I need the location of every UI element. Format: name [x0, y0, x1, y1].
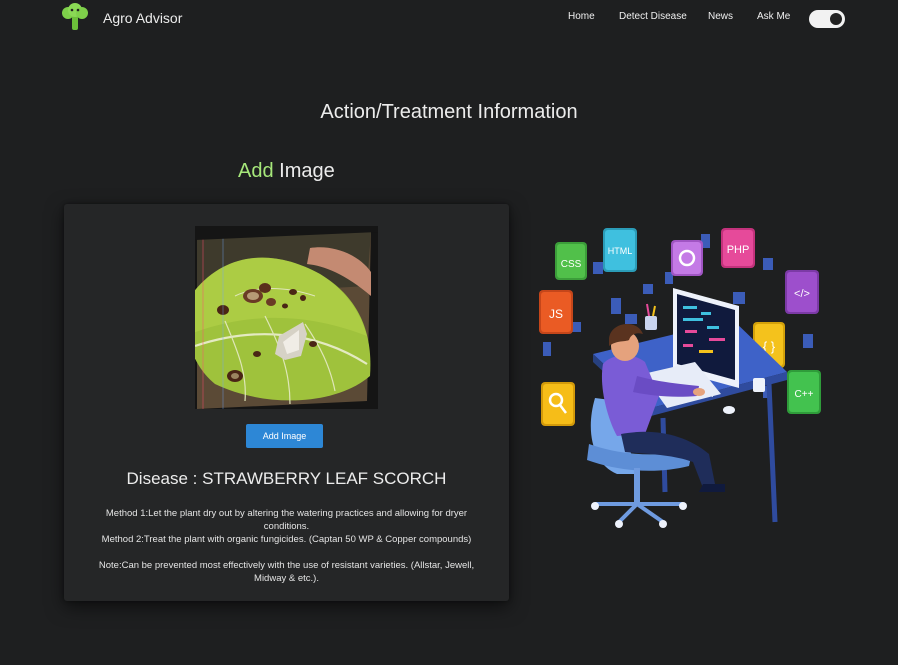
- css-badge-icon: CSS: [555, 242, 587, 280]
- nav-news-link[interactable]: News: [708, 11, 733, 22]
- nav-home-link[interactable]: Home: [568, 11, 595, 22]
- svg-text:C++: C++: [795, 389, 814, 400]
- nav-detect-disease-link[interactable]: Detect Disease: [619, 11, 687, 22]
- toggle-knob: [830, 13, 842, 25]
- nav-ask-me-link[interactable]: Ask Me: [757, 11, 790, 22]
- add-image-button[interactable]: Add Image: [246, 424, 323, 448]
- prevention-note: Note:Can be prevented most effectively w…: [98, 560, 475, 584]
- treatment-methods: Method 1:Let the plant dry out by alteri…: [84, 507, 489, 585]
- search-badge-icon: [541, 382, 575, 426]
- php-badge-icon: PHP: [721, 228, 755, 268]
- theme-toggle[interactable]: [809, 10, 845, 28]
- code-badge-icon: </>: [785, 270, 819, 314]
- strawberry-leaf-photo: [195, 226, 378, 409]
- nav-links: Home Detect Disease News Ask Me: [0, 11, 898, 27]
- treatment-card: Add Image Disease : STRAWBERRY LEAF SCOR…: [64, 204, 509, 601]
- programmer-illustration: CSS HTML PHP </> JS { } C++: [539, 228, 821, 528]
- navbar: Agro Advisor Home Detect Disease News As…: [0, 0, 898, 36]
- cpp-badge-icon: C++: [787, 370, 821, 414]
- add-image-heading-rest: Image: [273, 160, 335, 182]
- uploaded-image-preview: [195, 226, 378, 409]
- html-badge-icon: HTML: [603, 228, 637, 272]
- svg-text:CSS: CSS: [561, 259, 582, 270]
- page-title: Action/Treatment Information: [320, 101, 578, 123]
- add-image-heading-accent: Add: [238, 160, 274, 182]
- method-1-text: Method 1:Let the plant dry out by alteri…: [105, 508, 468, 532]
- svg-text:PHP: PHP: [727, 244, 750, 256]
- add-image-heading: Add Image: [238, 160, 335, 183]
- method-2-text: Method 2:Treat the plant with organic fu…: [101, 534, 472, 545]
- svg-text:</>: </>: [794, 288, 810, 300]
- js-badge-icon: JS: [539, 290, 573, 334]
- svg-text:JS: JS: [549, 307, 563, 321]
- disease-name: Disease : STRAWBERRY LEAF SCORCH: [126, 469, 447, 488]
- gear-badge-icon: [671, 240, 703, 276]
- svg-text:HTML: HTML: [608, 246, 633, 256]
